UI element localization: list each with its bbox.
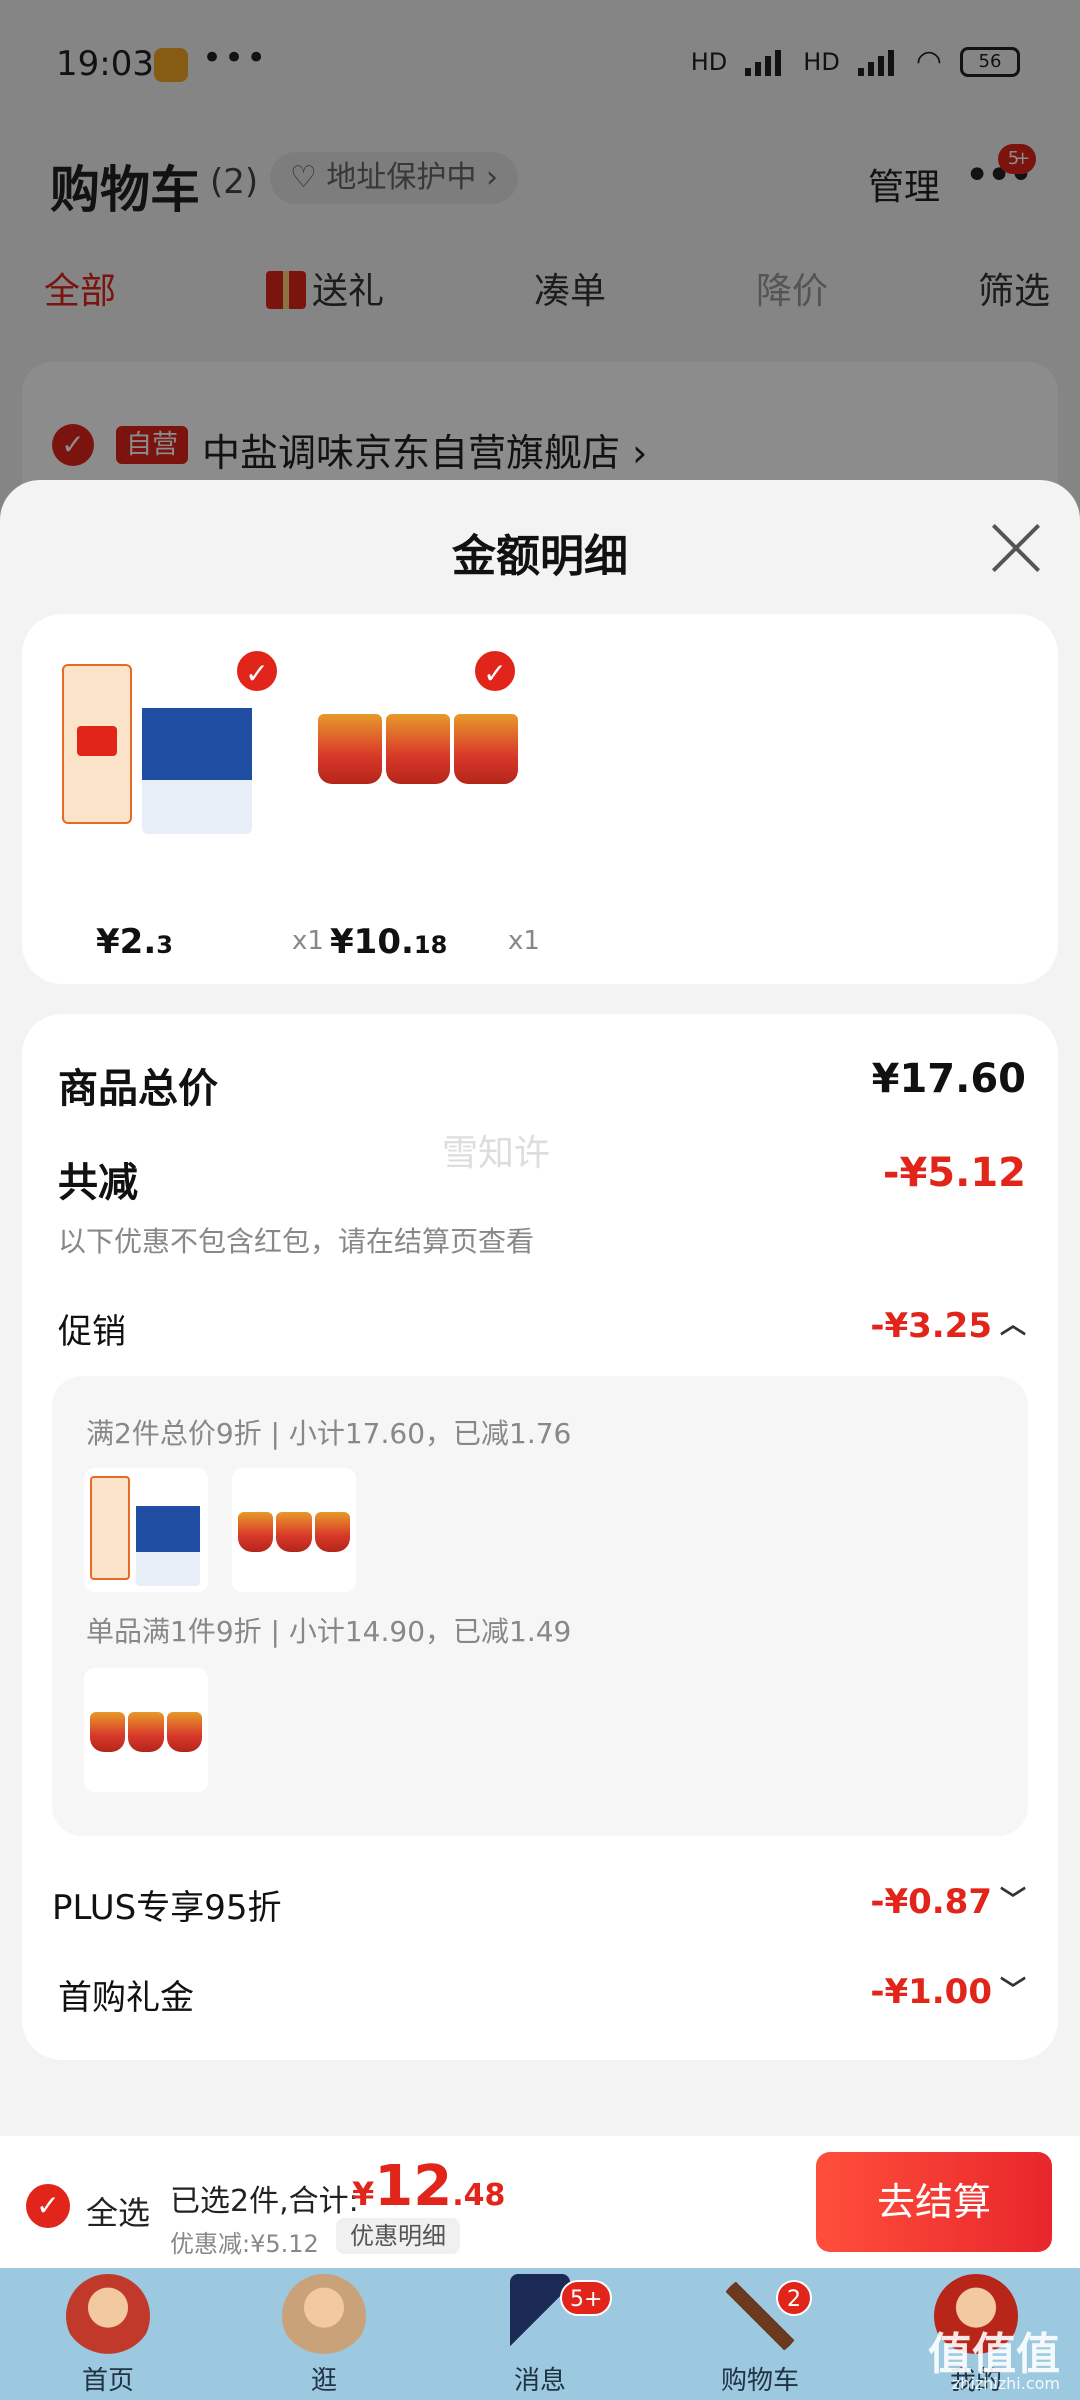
product-check-icon[interactable]: ✓ — [234, 648, 280, 694]
checkout-button[interactable]: 去结算 — [816, 2152, 1052, 2252]
discount-detail-button[interactable]: 优惠明细 — [336, 2218, 460, 2254]
promo-line: 满2件总价9折 | 小计17.60，已减1.76 — [86, 1417, 572, 1450]
amount-detail-sheet: 金额明细 ✓ ¥2.3 x1 ✓ ¥10.18 x1 商品总价 ¥17.60 共… — [0, 480, 1080, 2136]
promo-detail-box: 满2件总价9折 | 小计17.60，已减1.76 单品满1件9折 | 小计14.… — [52, 1376, 1028, 1836]
product-price: ¥2.3 — [96, 922, 173, 962]
salt-thumbnail — [84, 1468, 208, 1592]
total-price: ¥12.48 — [352, 2154, 506, 2219]
bottom-tabbar: 首页 逛 消息 5+ 购物车 2 我的 — [0, 2268, 1080, 2400]
price-summary-card: 商品总价 ¥17.60 共减 -¥5.12 以下优惠不包含红包，请在结算页查看 … — [22, 1014, 1058, 2060]
product-check-icon[interactable]: ✓ — [472, 648, 518, 694]
promo-value: -¥3.25 — [870, 1306, 992, 1346]
promo-toggle[interactable]: -¥3.25 ︿ — [870, 1304, 1026, 1346]
explore-avatar-icon — [282, 2274, 366, 2358]
reduce-label: 共减 — [58, 1160, 138, 1206]
select-all-label[interactable]: 全选 — [86, 2188, 150, 2234]
product-price: ¥10.18 — [330, 922, 448, 962]
selected-summary: 已选2件,合计: — [170, 2184, 359, 2219]
tab-label: 购物车 — [720, 2366, 799, 2396]
product-salt[interactable]: ✓ ¥2.3 x1 — [62, 648, 324, 962]
plus-label: PLUS专享95折 — [52, 1888, 282, 1928]
cart-badge: 2 — [776, 2280, 812, 2316]
promo-label: 促销 — [58, 1312, 126, 1352]
product-noodle-cups[interactable]: ✓ ¥10.18 x1 — [318, 648, 540, 962]
tab-label: 逛 — [310, 2366, 337, 2396]
tab-messages[interactable]: 消息 5+ — [470, 2268, 613, 2400]
total-value: ¥17.60 — [871, 1056, 1026, 1102]
reduce-value: -¥5.12 — [882, 1150, 1026, 1196]
reduce-note: 以下优惠不包含红包，请在结算页查看 — [58, 1225, 535, 1258]
first-purchase-toggle[interactable]: -¥1.00 ﹀ — [870, 1970, 1026, 2012]
chevron-down-icon: ﹀ — [999, 1886, 1026, 1916]
plus-value: -¥0.87 — [870, 1882, 992, 1922]
salt-product-image — [62, 654, 262, 844]
messages-icon — [510, 2274, 570, 2358]
product-qty: x1 — [508, 926, 540, 956]
noodle-thumbnail — [232, 1468, 356, 1592]
sheet-title: 金额明细 — [452, 531, 628, 582]
total-label: 商品总价 — [58, 1066, 218, 1112]
selected-products-card: ✓ ¥2.3 x1 ✓ ¥10.18 x1 — [22, 614, 1058, 984]
messages-badge: 5+ — [560, 2280, 613, 2316]
select-all-check-icon[interactable]: ✓ — [26, 2184, 70, 2228]
tab-label: 首页 — [81, 2366, 134, 2396]
tab-home[interactable]: 首页 — [38, 2268, 178, 2400]
checkout-bar: ✓ 全选 已选2件,合计: ¥12.48 优惠减:¥5.12 优惠明细 去结算 — [0, 2136, 1080, 2268]
chevron-down-icon: ﹀ — [999, 1976, 1026, 2006]
tab-cart[interactable]: 购物车 2 — [690, 2268, 830, 2400]
product-qty: x1 — [292, 926, 324, 956]
discount-text: 优惠减:¥5.12 — [170, 2230, 319, 2258]
promo-line: 单品满1件9折 | 小计14.90，已减1.49 — [86, 1615, 572, 1648]
site-watermark-domain: zhizhizhi.com — [951, 2374, 1060, 2393]
home-avatar-icon — [66, 2274, 150, 2358]
plus-toggle[interactable]: -¥0.87 ﹀ — [870, 1880, 1026, 1922]
first-purchase-value: -¥1.00 — [870, 1972, 992, 2012]
noodle-thumbnail — [84, 1668, 208, 1792]
watermark: 雪知许 — [442, 1133, 551, 1174]
tab-explore[interactable]: 逛 — [254, 2268, 394, 2400]
site-watermark: 值值值 — [928, 2329, 1060, 2380]
close-icon[interactable] — [988, 520, 1044, 576]
tab-label: 消息 — [513, 2366, 566, 2396]
chevron-up-icon: ︿ — [999, 1310, 1026, 1340]
first-purchase-label: 首购礼金 — [58, 1978, 194, 2018]
